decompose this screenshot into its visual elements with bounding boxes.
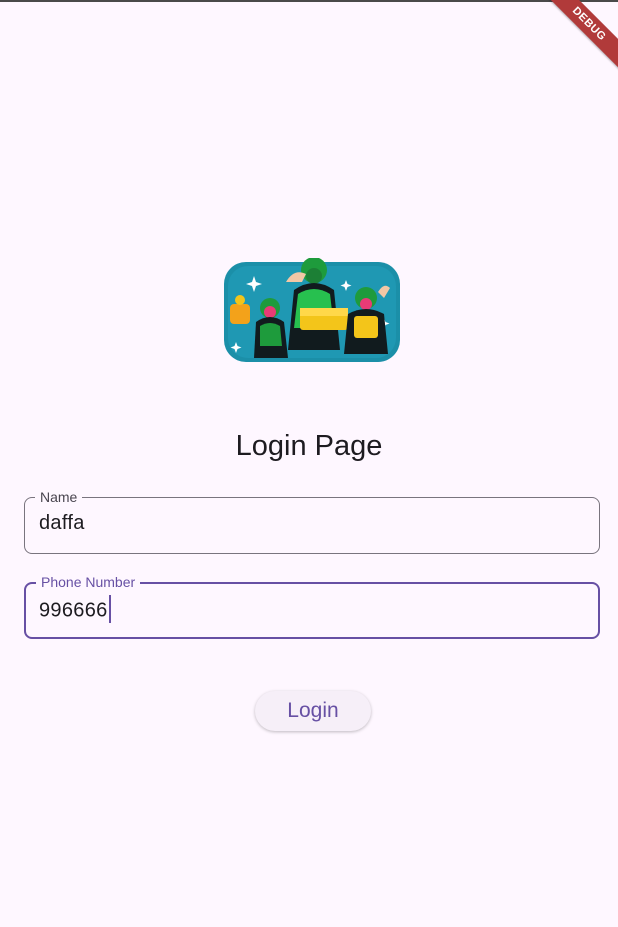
name-field[interactable]: Name daffa bbox=[24, 488, 600, 554]
text-cursor bbox=[108, 595, 111, 623]
delivery-riders-illustration bbox=[224, 258, 400, 362]
name-field-label: Name bbox=[35, 488, 83, 506]
login-button[interactable]: Login bbox=[255, 691, 371, 731]
top-status-line bbox=[0, 0, 618, 2]
phone-number-field[interactable]: Phone Number 996666 bbox=[24, 573, 600, 639]
name-field-value[interactable]: daffa bbox=[39, 512, 85, 535]
phone-number-field-label: Phone Number bbox=[36, 573, 141, 591]
phone-number-field-value-wrap[interactable]: 996666 bbox=[39, 595, 111, 625]
debug-banner: DEBUG bbox=[543, 0, 618, 70]
page-title: Login Page bbox=[235, 430, 383, 462]
phone-number-field-value[interactable]: 996666 bbox=[39, 599, 108, 621]
